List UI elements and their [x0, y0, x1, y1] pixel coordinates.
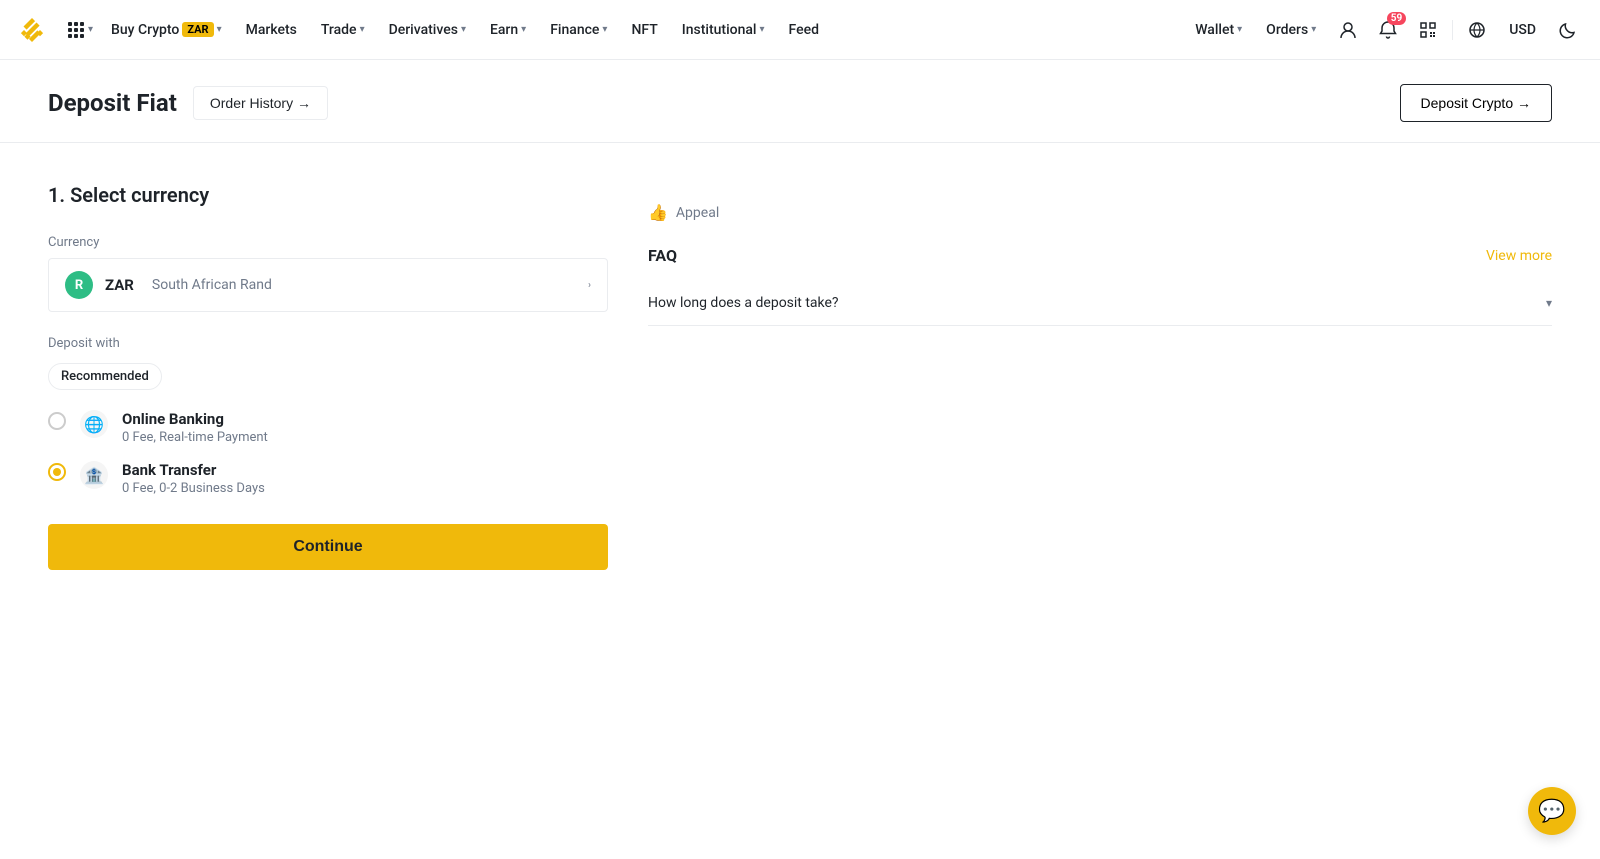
nav-item-feed[interactable]: Feed: [779, 16, 829, 44]
currency-logo: R: [65, 271, 93, 299]
payment-option-online-banking[interactable]: 🌐 Online Banking 0 Fee, Real-time Paymen…: [48, 410, 608, 445]
notification-count-badge: 59: [1387, 12, 1406, 25]
grid-icon: [68, 22, 84, 38]
profile-icon: [1338, 20, 1358, 40]
nav-item-trade[interactable]: Trade ▾: [311, 16, 375, 44]
page-header: Deposit Fiat Order History → Deposit Cry…: [0, 60, 1600, 143]
faq-chevron-icon: ▾: [1546, 296, 1552, 310]
nav-items: Buy Crypto ZAR ▾ Markets Trade ▾ Derivat…: [101, 16, 1187, 44]
online-banking-radio[interactable]: [48, 412, 66, 430]
continue-button[interactable]: Continue: [48, 524, 608, 570]
online-banking-name: Online Banking: [122, 410, 268, 428]
binance-logo-icon: [16, 14, 48, 46]
appeal-label: Appeal: [676, 205, 719, 221]
faq-header: FAQ View more: [648, 246, 1552, 265]
page-title: Deposit Fiat: [48, 89, 177, 117]
nav-item-institutional[interactable]: Institutional ▾: [672, 16, 775, 44]
logo[interactable]: [16, 14, 48, 46]
faq-item-0[interactable]: How long does a deposit take? ▾: [648, 281, 1552, 326]
chat-button[interactable]: 💬: [1528, 787, 1576, 835]
online-banking-icon: 🌐: [80, 410, 108, 438]
currency-left: R ZAR South African Rand: [65, 271, 272, 299]
nav-divider: [1452, 20, 1453, 40]
nav-item-derivatives[interactable]: Derivatives ▾: [379, 16, 476, 44]
orders-chevron-icon: ▾: [1311, 24, 1316, 35]
chat-icon: 💬: [1538, 799, 1565, 824]
notification-icon-button[interactable]: 59: [1372, 14, 1404, 46]
currency-selector-dropdown[interactable]: R ZAR South African Rand ›: [48, 258, 608, 312]
online-banking-desc: 0 Fee, Real-time Payment: [122, 430, 268, 445]
currency-chevron-icon: ›: [588, 280, 591, 291]
faq-question-0: How long does a deposit take?: [648, 295, 839, 311]
navbar: ▾ Buy Crypto ZAR ▾ Markets Trade ▾ Deriv…: [0, 0, 1600, 60]
finance-chevron-icon: ▾: [602, 24, 607, 35]
appeal-row: 👍 Appeal: [648, 203, 1552, 222]
institutional-chevron-icon: ▾: [760, 24, 765, 35]
page-title-row: Deposit Fiat Order History →: [48, 86, 328, 120]
bank-transfer-name: Bank Transfer: [122, 461, 265, 479]
appeal-icon: 👍: [648, 203, 668, 222]
online-banking-info: Online Banking 0 Fee, Real-time Payment: [122, 410, 268, 445]
earn-chevron-icon: ▾: [521, 24, 526, 35]
derivatives-chevron-icon: ▾: [461, 24, 466, 35]
radio-selected-dot: [53, 468, 61, 476]
form-section: 1. Select currency Currency R ZAR South …: [48, 183, 608, 570]
scan-icon-button[interactable]: [1412, 14, 1444, 46]
trade-chevron-icon: ▾: [360, 24, 365, 35]
buy-crypto-chevron-icon: ▾: [217, 24, 222, 35]
main-content: 1. Select currency Currency R ZAR South …: [0, 143, 1600, 610]
payment-options: 🌐 Online Banking 0 Fee, Real-time Paymen…: [48, 410, 608, 496]
nav-item-buy-crypto[interactable]: Buy Crypto ZAR ▾: [101, 16, 232, 44]
wallet-nav-item[interactable]: Wallet ▾: [1187, 18, 1250, 42]
currency-code: ZAR: [105, 276, 134, 294]
theme-toggle-button[interactable]: [1552, 14, 1584, 46]
view-more-link[interactable]: View more: [1486, 248, 1552, 264]
currency-selector[interactable]: USD: [1501, 18, 1544, 42]
order-history-button[interactable]: Order History →: [193, 86, 328, 120]
nav-item-earn[interactable]: Earn ▾: [480, 16, 536, 44]
globe-icon: [1467, 20, 1487, 40]
nav-item-finance[interactable]: Finance ▾: [540, 16, 617, 44]
nav-grid-button[interactable]: ▾: [60, 18, 101, 42]
nav-item-markets[interactable]: Markets: [236, 16, 307, 44]
deposit-crypto-button[interactable]: Deposit Crypto →: [1400, 84, 1552, 122]
nav-item-nft[interactable]: NFT: [621, 16, 667, 44]
step-title: 1. Select currency: [48, 183, 608, 207]
profile-icon-button[interactable]: [1332, 14, 1364, 46]
bank-transfer-info: Bank Transfer 0 Fee, 0-2 Business Days: [122, 461, 265, 496]
globe-icon-button[interactable]: [1461, 14, 1493, 46]
recommended-badge: Recommended: [48, 363, 162, 390]
moon-icon: [1559, 21, 1577, 39]
orders-nav-item[interactable]: Orders ▾: [1258, 18, 1324, 42]
faq-title: FAQ: [648, 246, 677, 265]
wallet-chevron-icon: ▾: [1237, 24, 1242, 35]
currency-name: South African Rand: [152, 277, 272, 293]
currency-field-label: Currency: [48, 235, 608, 250]
bank-transfer-desc: 0 Fee, 0-2 Business Days: [122, 481, 265, 496]
payment-option-bank-transfer[interactable]: 🏦 Bank Transfer 0 Fee, 0-2 Business Days: [48, 461, 608, 496]
deposit-with-label: Deposit with: [48, 336, 608, 351]
sidebar-section: 👍 Appeal FAQ View more How long does a d…: [648, 183, 1552, 570]
bank-transfer-radio[interactable]: [48, 463, 66, 481]
grid-chevron-icon: ▾: [88, 24, 93, 35]
nav-right: Wallet ▾ Orders ▾ 59 USD: [1187, 14, 1584, 46]
scan-icon: [1418, 20, 1438, 40]
zar-badge: ZAR: [182, 22, 213, 37]
bank-transfer-icon: 🏦: [80, 461, 108, 489]
